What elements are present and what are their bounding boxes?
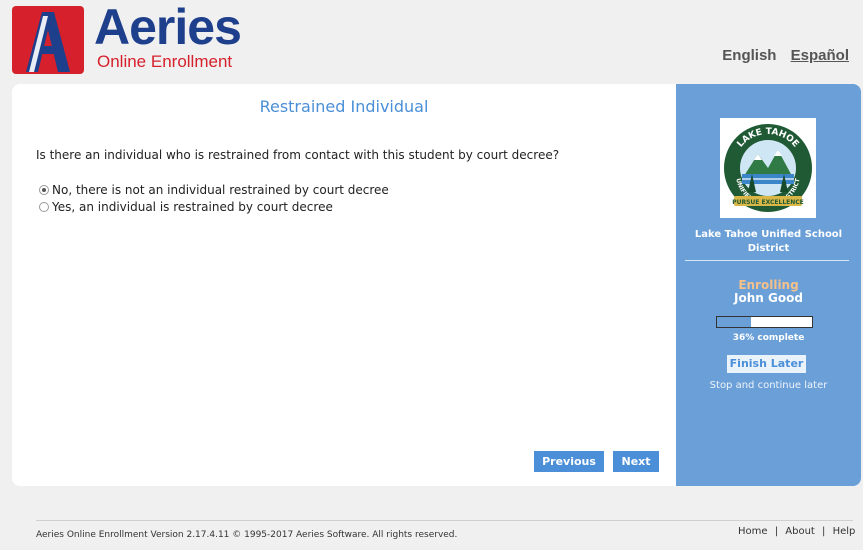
finish-later-button[interactable]: Finish Later [727,355,806,373]
enrollment-sidebar: LAKE TAHOE UNIFIED SCHOOL DISTRICT PURSU… [676,84,861,486]
help-link[interactable]: Help [833,526,856,537]
option-yes-label: Yes, an individual is restrained by cour… [52,199,333,214]
footer-separator: | [774,526,779,537]
main-panel: Restrained Individual Is there an indivi… [12,84,676,486]
student-name: John Good [734,291,803,305]
previous-button[interactable]: Previous [534,451,604,472]
page-header: Aeries Online Enrollment English Español [0,0,863,80]
progress-bar [716,316,813,328]
district-logo-icon: LAKE TAHOE UNIFIED SCHOOL DISTRICT PURSU… [720,118,816,218]
english-link[interactable]: English [722,47,776,64]
home-link[interactable]: Home [738,526,768,537]
progress-fill [717,317,752,327]
option-no-label: No, there is not an individual restraine… [52,182,389,197]
enrolling-label: Enrolling [738,278,799,292]
aeries-logo-icon [12,6,84,74]
restraint-question: Is there an individual who is restrained… [36,148,560,162]
stop-continue-text: Stop and continue later [709,380,828,391]
about-link[interactable]: About [785,526,815,537]
language-switcher: English Español [712,47,849,64]
footer-divider [36,520,853,521]
sidebar-divider [685,260,849,261]
option-yes-restraint[interactable]: Yes, an individual is restrained by cour… [39,198,389,215]
progress-text: 36% complete [732,333,805,343]
copyright-text: Aeries Online Enrollment Version 2.17.4.… [36,530,458,540]
brand-title: Aeries [94,0,242,55]
footer-separator: | [822,526,826,537]
option-no-restraint[interactable]: No, there is not an individual restraine… [39,181,389,198]
spanish-link[interactable]: Español [791,47,849,64]
next-button[interactable]: Next [613,451,659,472]
radio-yes[interactable] [39,201,49,212]
footer-links: Home | About | Help [736,526,857,537]
district-name: Lake Tahoe Unified School District [694,229,843,254]
radio-no[interactable] [39,184,49,195]
brand-subtitle: Online Enrollment [97,52,233,71]
district-logo-banner-text: PURSUE EXCELLENCE [732,199,804,206]
restraint-options: No, there is not an individual restraine… [39,181,389,215]
page-title: Restrained Individual [259,97,429,116]
